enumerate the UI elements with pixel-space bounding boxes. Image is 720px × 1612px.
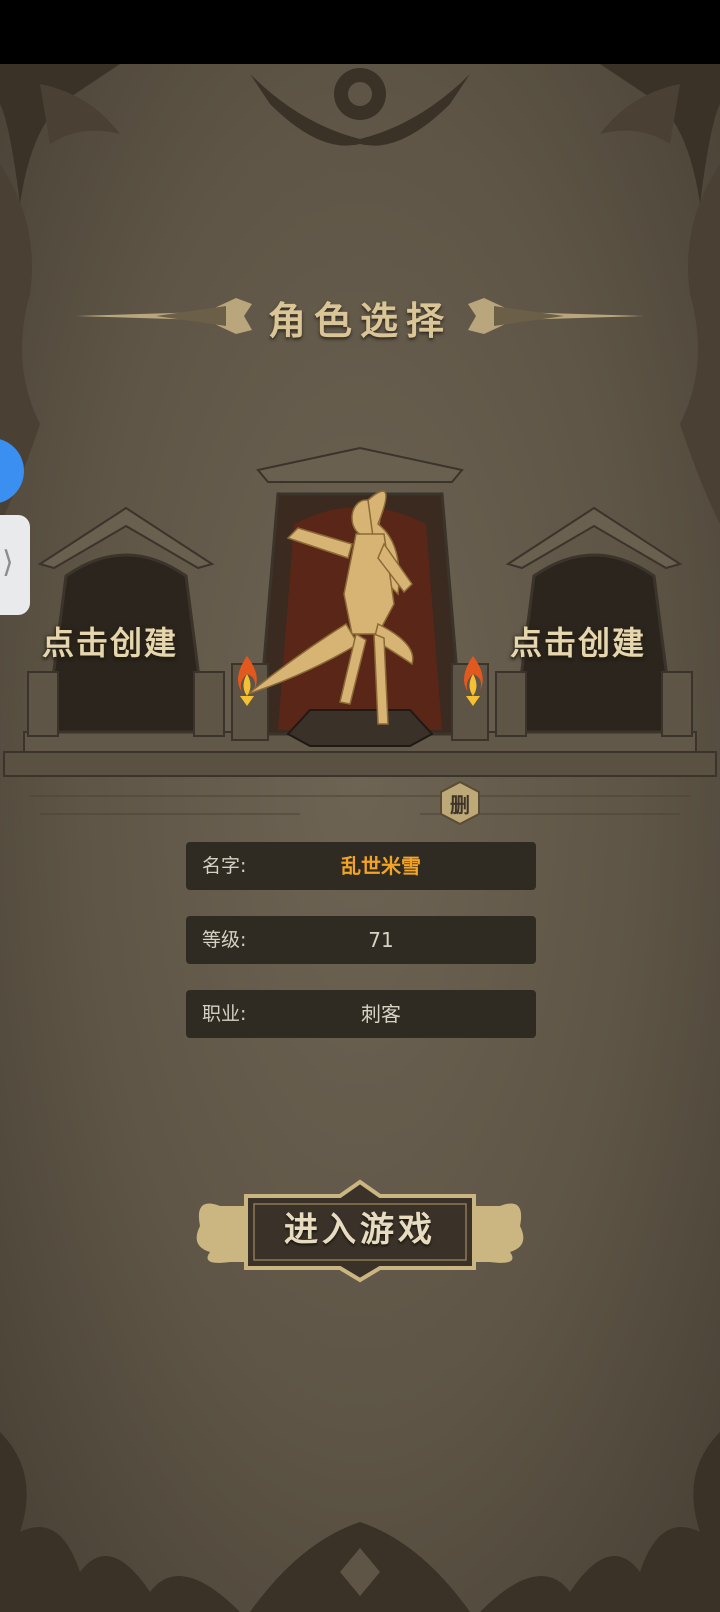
create-slot-left-label: 点击创建	[42, 624, 179, 662]
info-row-name: 名字: 乱世米雪	[186, 842, 536, 890]
title-row: 角色选择	[0, 284, 720, 344]
bottom-ornament	[0, 1432, 720, 1612]
chevron-right-icon: ⟩	[2, 545, 14, 580]
enter-game-button[interactable]: 进入游戏	[190, 1176, 530, 1286]
center-arch	[231, 446, 489, 747]
side-drawer-handle[interactable]: ⟩	[0, 515, 30, 615]
game-screen: 角色选择 点击创建 点击创建 删 名字: 乱世米雪 等级: 71 职业: 刺客 …	[0, 64, 720, 1612]
info-row-level: 等级: 71	[186, 916, 536, 964]
create-slot-right-label: 点击创建	[510, 624, 647, 662]
enter-game-label: 进入游戏	[284, 1210, 436, 1250]
character-name: 乱世米雪	[341, 854, 421, 878]
character-level: 71	[368, 928, 394, 952]
status-bar	[0, 0, 720, 64]
title-right-ornament	[468, 298, 644, 334]
info-row-class: 职业: 刺客	[186, 990, 536, 1038]
delete-character-button[interactable]: 删	[438, 780, 482, 826]
create-slot-right[interactable]: 点击创建	[494, 504, 694, 744]
character-slot-center[interactable]	[228, 434, 492, 754]
character-class: 刺客	[361, 1002, 401, 1026]
class-label: 职业:	[202, 1003, 247, 1025]
top-ornament	[0, 64, 720, 204]
delete-label: 删	[450, 793, 470, 817]
flame-torch-icon	[464, 656, 483, 706]
create-slot-left[interactable]: 点击创建	[26, 504, 226, 744]
flame-torch-icon	[238, 656, 257, 706]
name-label: 名字:	[202, 855, 247, 877]
right-vine-ornament	[680, 164, 720, 524]
level-label: 等级:	[202, 929, 247, 951]
